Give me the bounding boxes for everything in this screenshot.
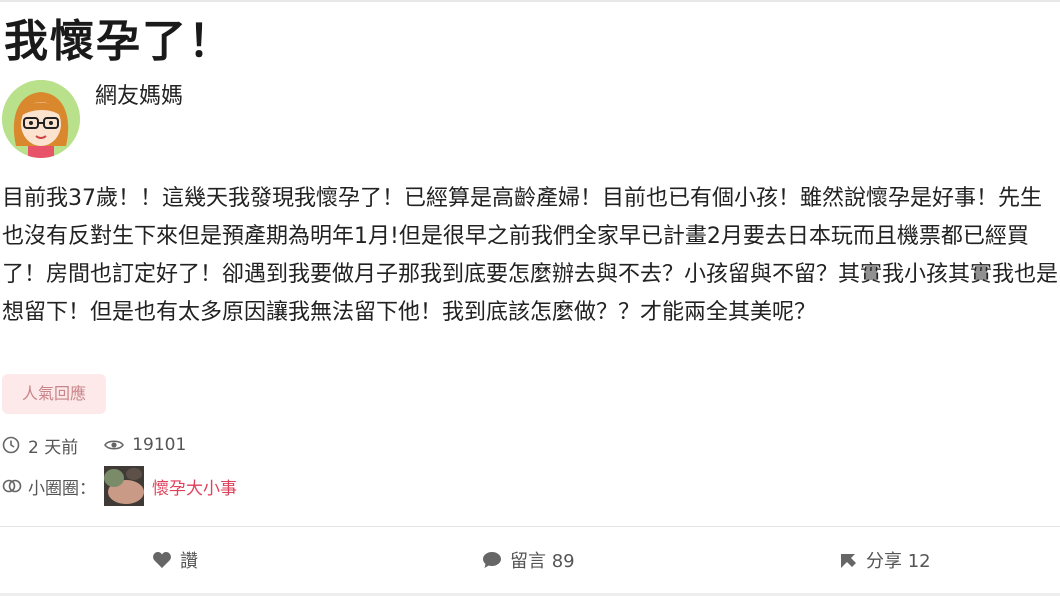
post-time: 2 天前	[28, 437, 79, 458]
top-divider	[0, 0, 1060, 2]
share-label: 分享 12	[866, 551, 931, 572]
share-button[interactable]: 分享 12	[838, 545, 931, 575]
view-count: 19101	[132, 435, 187, 455]
comment-label: 留言 89	[510, 551, 575, 572]
clock-icon	[2, 436, 20, 454]
post-meta: 2 天前 19101	[2, 432, 186, 458]
rings-icon	[2, 478, 22, 494]
comment-bubble-icon	[482, 551, 502, 569]
author-name[interactable]: 網友媽媽	[95, 82, 183, 112]
comment-button[interactable]: 留言 89	[482, 545, 575, 575]
like-label: 讚	[180, 551, 198, 572]
action-bar: 讚 留言 89 分享 12	[0, 527, 1060, 593]
post-body: 目前我37歲！！這幾天我發現我懷孕了！已經算是高齡產婦！目前也已有個小孩！雖然說…	[2, 186, 1059, 325]
author-avatar[interactable]	[2, 80, 80, 158]
group-label: 小圈圈：	[28, 478, 96, 499]
post-title: 我懷孕了！	[4, 16, 234, 67]
heart-icon	[152, 551, 172, 569]
group-thumbnail[interactable]	[104, 466, 144, 506]
like-button[interactable]: 讚	[152, 545, 198, 575]
share-arrow-icon	[838, 551, 858, 569]
group-link[interactable]: 懷孕大小事	[152, 474, 237, 499]
popular-reply-tag[interactable]: 人氣回應	[2, 374, 106, 414]
eye-icon	[104, 438, 125, 452]
group-info: 小圈圈： 懷孕大小事	[2, 466, 237, 506]
avatar-illustration	[2, 80, 80, 158]
